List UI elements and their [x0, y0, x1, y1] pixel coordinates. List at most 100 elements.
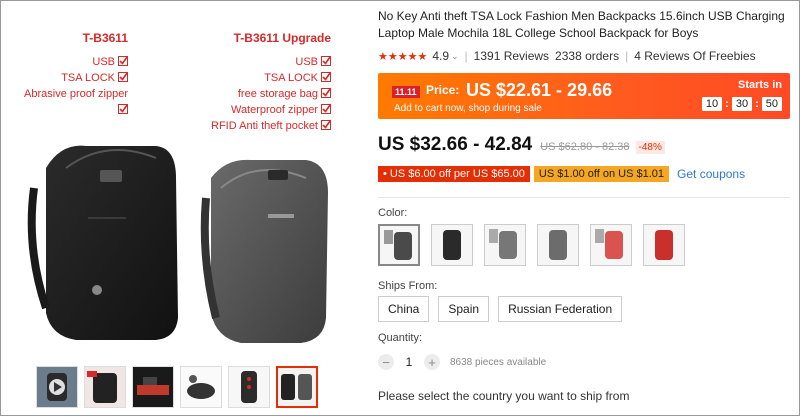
countdown-timer: 10 : 30 : 50: [701, 97, 782, 111]
backpack-thumb-icon: [281, 374, 312, 400]
color-label: Color:: [378, 207, 408, 219]
thumbnail-strip: [36, 366, 318, 408]
promo-price: US $22.61 - 29.66: [466, 80, 613, 100]
check-icon: [118, 72, 128, 82]
ships-from-options: China Spain Russian Federation: [378, 296, 623, 322]
spec-list-right: T-B3611 Upgrade USB TSA LOCK free storag…: [200, 30, 331, 134]
orders-count: 2338 orders: [555, 49, 620, 63]
feature-label: RFID Anti theft pocket: [211, 120, 318, 132]
feature-row: TSA LOCK: [14, 70, 128, 86]
decrease-quantity-button[interactable]: −: [378, 354, 394, 370]
color-option-grey-with-bag[interactable]: [484, 224, 526, 266]
thumbnail-image[interactable]: [228, 366, 270, 408]
freebies-link[interactable]: 4 Reviews Of Freebies: [634, 49, 755, 63]
feature-row: RFID Anti theft pocket: [200, 118, 331, 134]
color-option-red-with-bag[interactable]: [590, 224, 632, 266]
backpack-swatch-icon: [443, 230, 461, 260]
coupon-icon: •: [383, 168, 390, 180]
backpack-swatch-icon: [595, 229, 623, 259]
price-row: US $32.66 - 42.84 US $62.80 - 82.38 -48%: [378, 134, 665, 156]
feature-label: USB: [92, 56, 115, 68]
backpack-swatch-icon: [655, 230, 673, 260]
check-icon: [118, 104, 128, 114]
coupon-text: US $6.00 off per US $65.00: [389, 168, 525, 180]
feature-label: free storage bag: [237, 88, 318, 100]
divider: [378, 197, 790, 198]
ship-option-china[interactable]: China: [378, 296, 430, 322]
feature-label: TSA LOCK: [61, 72, 115, 84]
backpack-thumb-icon: [87, 371, 117, 403]
select-coupon[interactable]: US $1.00 off on US $1.01: [533, 166, 670, 182]
color-options: [378, 224, 685, 266]
store-coupon[interactable]: • US $6.00 off per US $65.00: [378, 166, 530, 182]
promo-subtext: Add to cart now, shop during sale: [394, 103, 542, 114]
check-icon: [321, 120, 331, 130]
countdown-minutes: 30: [731, 97, 753, 111]
chevron-down-icon[interactable]: ⌄: [451, 51, 459, 62]
check-icon: [321, 104, 331, 114]
feature-row: Waterproof zipper: [200, 102, 331, 118]
model-title-left: T-B3611: [82, 31, 128, 45]
color-option-red[interactable]: [643, 224, 685, 266]
thumbnail-image[interactable]: [132, 366, 174, 408]
backpack-swatch-icon: [489, 229, 517, 259]
discount-badge: -48%: [635, 141, 665, 154]
check-icon: [118, 56, 128, 66]
coupon-row: • US $6.00 off per US $65.00 US $1.00 of…: [378, 166, 745, 182]
feature-row: USB: [14, 54, 128, 70]
model-title-right: T-B3611 Upgrade: [233, 31, 331, 45]
thumbnail-image[interactable]: [180, 366, 222, 408]
thumbnail-image-selected[interactable]: [276, 366, 318, 408]
thumbnail-image[interactable]: [84, 366, 126, 408]
feature-label: TSA LOCK: [264, 72, 318, 84]
ships-from-label: Ships From:: [378, 280, 438, 292]
spec-list-left: T-B3611 USB TSA LOCK Abrasive proof zipp…: [14, 30, 128, 118]
sale-banner: 11.11 Price: US $22.61 - 29.66 Add to ca…: [378, 73, 790, 119]
backpack-thumb-icon: [137, 377, 169, 395]
countdown-seconds: 50: [761, 97, 782, 111]
backpack-thumb-icon: [187, 375, 215, 399]
rating-value: 4.9: [432, 49, 449, 63]
quantity-input[interactable]: 1: [394, 355, 424, 369]
star-rating-icon[interactable]: ★★★★★: [378, 50, 427, 63]
check-icon: [321, 88, 331, 98]
promo-price-label: Price:: [426, 83, 460, 97]
quantity-label: Quantity:: [378, 332, 423, 344]
sale-tag: 11.11: [392, 86, 420, 98]
ship-option-russia[interactable]: Russian Federation: [498, 296, 623, 322]
divider: |: [464, 49, 468, 63]
current-price: US $32.66 - 42.84: [378, 134, 533, 155]
backpack-swatch-icon: [549, 230, 567, 260]
ship-country-prompt: Please select the country you want to sh…: [378, 389, 630, 403]
check-icon: [321, 56, 331, 66]
quantity-stepper: − 1 + 8638 pieces available: [378, 354, 546, 370]
countdown-hours: 10: [701, 97, 723, 111]
original-price: US $62.80 - 82.38: [540, 141, 630, 153]
color-option-black-with-bag[interactable]: [378, 224, 420, 266]
product-title: No Key Anti theft TSA Lock Fashion Men B…: [378, 9, 785, 40]
starts-in-label: Starts in: [737, 79, 782, 91]
feature-label: USB: [295, 56, 318, 68]
feature-label: Waterproof zipper: [230, 104, 318, 116]
color-option-grey[interactable]: [537, 224, 579, 266]
feature-row: Abrasive proof zipper: [14, 86, 128, 118]
get-coupons-link[interactable]: Get coupons: [677, 167, 745, 181]
feature-row: free storage bag: [200, 86, 331, 102]
thumbnail-video[interactable]: [36, 366, 78, 408]
color-option-black[interactable]: [431, 224, 473, 266]
check-icon: [321, 72, 331, 82]
play-icon: [47, 373, 67, 401]
available-pieces: 8638 pieces available: [450, 356, 547, 368]
backpack-thumb-icon: [241, 371, 257, 403]
increase-quantity-button[interactable]: +: [424, 354, 440, 370]
reviews-link[interactable]: 1391 Reviews: [474, 49, 549, 63]
ship-option-spain[interactable]: Spain: [438, 296, 490, 322]
feature-row: USB: [200, 54, 331, 70]
countdown-separator: :: [755, 98, 759, 110]
feature-row: TSA LOCK: [200, 70, 331, 86]
countdown-separator: :: [725, 98, 729, 110]
backpack-swatch-icon: [384, 230, 412, 260]
rating-row: ★★★★★ 4.9 ⌄ | 1391 Reviews 2338 orders |…: [378, 49, 756, 63]
feature-label: Abrasive proof zipper: [24, 88, 128, 100]
divider: |: [625, 49, 629, 63]
